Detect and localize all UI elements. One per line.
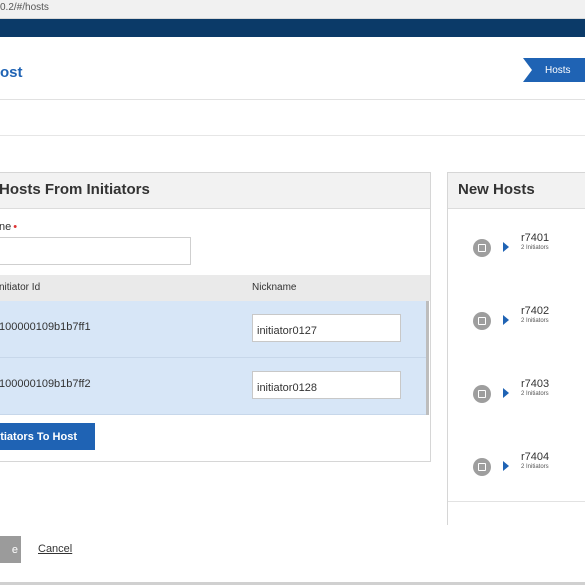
table-scrollbar[interactable] [426, 301, 429, 415]
expand-arrow-icon[interactable] [503, 388, 509, 398]
cancel-link[interactable]: Cancel [38, 543, 72, 555]
expand-arrow-icon[interactable] [503, 315, 509, 325]
name-label: ne • [0, 221, 18, 233]
host-initiator-count: 2 Initiators [521, 391, 549, 397]
panel-header: New Hosts [448, 173, 585, 209]
app-top-bar [0, 19, 585, 37]
add-initiators-to-host-button[interactable]: itiators To Host [0, 423, 95, 450]
host-name-input[interactable] [0, 237, 191, 265]
column-nickname: Nickname [252, 282, 297, 293]
initiator-id: 100000109b1b7ff1 [0, 321, 91, 333]
browser-address-bar[interactable]: 0.2/#/hosts [0, 0, 585, 19]
host-item[interactable]: r7401 2 Initiators [448, 209, 585, 283]
page-title: ost [0, 64, 23, 81]
nickname-input[interactable] [252, 371, 401, 399]
panel-header: Hosts From Initiators [0, 173, 430, 209]
remove-host-icon[interactable] [473, 458, 491, 476]
host-item[interactable]: r7402 2 Initiators [448, 282, 585, 356]
table-header: nitiator Id Nickname [0, 275, 430, 301]
remove-host-icon[interactable] [473, 312, 491, 330]
new-hosts-panel: New Hosts r7401 2 Initiators r7402 2 Ini… [447, 172, 585, 525]
host-name: r7402 [521, 305, 550, 317]
host-name: r7401 [521, 232, 550, 244]
remove-host-icon[interactable] [473, 385, 491, 403]
address-text: 0.2/#/hosts [0, 2, 49, 13]
required-marker: • [13, 221, 18, 233]
column-initiator-id: nitiator Id [0, 282, 41, 293]
host-item[interactable]: r7403 2 Initiators [448, 355, 585, 429]
host-initiator-count: 2 Initiators [521, 318, 549, 324]
breadcrumb-hosts[interactable]: Hosts [523, 58, 585, 82]
table-row[interactable]: 100000109b1b7ff2 [0, 358, 426, 415]
host-name: r7404 [521, 451, 550, 463]
remove-host-icon[interactable] [473, 239, 491, 257]
hosts-from-initiators-panel: Hosts From Initiators ne • nitiator Id Ni… [0, 172, 431, 462]
host-initiator-count: 2 Initiators [521, 245, 549, 251]
page-header: ost Hosts [0, 37, 585, 100]
host-item[interactable]: r7404 2 Initiators [448, 428, 585, 502]
expand-arrow-icon[interactable] [503, 461, 509, 471]
panel-title: Hosts From Initiators [0, 181, 150, 198]
table-row[interactable]: 100000109b1b7ff1 [0, 301, 426, 358]
host-name: r7403 [521, 378, 550, 390]
save-button[interactable]: e [0, 536, 21, 563]
panel-title: New Hosts [458, 181, 535, 198]
host-initiator-count: 2 Initiators [521, 464, 549, 470]
expand-arrow-icon[interactable] [503, 242, 509, 252]
initiator-id: 100000109b1b7ff2 [0, 378, 91, 390]
nickname-input[interactable] [252, 314, 401, 342]
divider [0, 135, 585, 136]
